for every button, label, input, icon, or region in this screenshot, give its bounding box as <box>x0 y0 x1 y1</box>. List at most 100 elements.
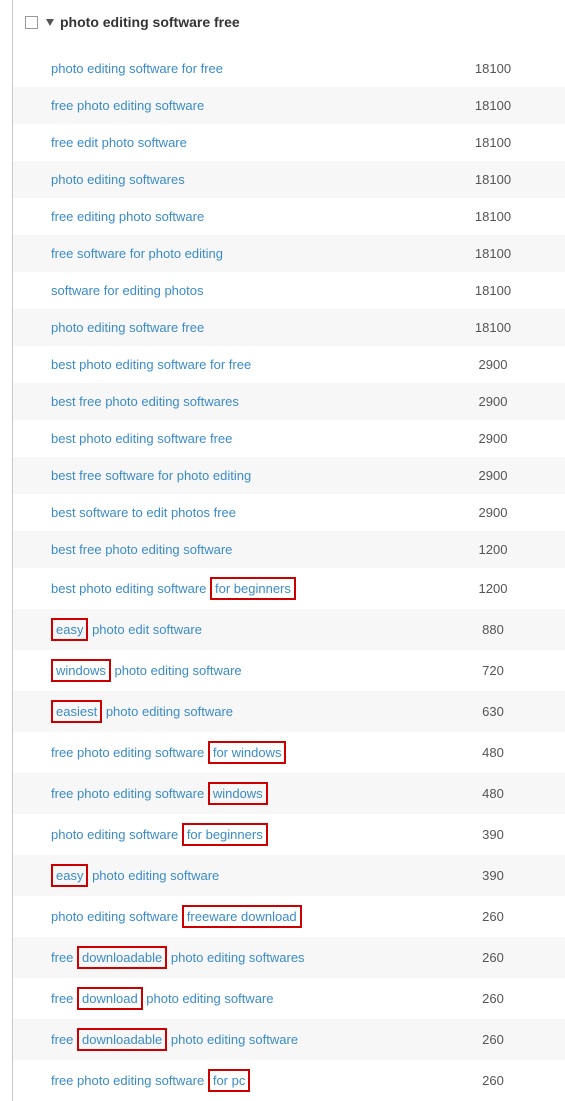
highlighted-term: for beginners <box>210 577 296 600</box>
keyword-row: best photo editing software for beginner… <box>13 568 565 609</box>
keyword-link[interactable]: easy photo editing software <box>51 866 219 885</box>
keyword-row: free downloadable photo editing software… <box>13 937 565 978</box>
keyword-text: free software for photo editing <box>51 246 223 261</box>
keyword-cell: free downloadable photo editing software <box>51 1030 433 1049</box>
group-checkbox[interactable] <box>25 16 38 29</box>
keyword-cell: photo editing softwares <box>51 172 433 187</box>
search-volume: 18100 <box>433 172 553 187</box>
keyword-link[interactable]: photo editing software for beginners <box>51 825 268 844</box>
keyword-cell: best photo editing software for beginner… <box>51 579 433 598</box>
keyword-text: photo editing softwares <box>51 172 185 187</box>
highlighted-term: easy <box>51 864 88 887</box>
keyword-link[interactable]: free downloadable photo editing software <box>51 1030 298 1049</box>
highlighted-term: for windows <box>208 741 287 764</box>
keyword-link[interactable]: best free photo editing softwares <box>51 394 239 409</box>
keyword-cell: best photo editing software free <box>51 431 433 446</box>
highlighted-term: windows <box>208 782 268 805</box>
keyword-link[interactable]: free photo editing software for windows <box>51 743 286 762</box>
keyword-link[interactable]: easiest photo editing software <box>51 702 233 721</box>
keyword-row: best free photo editing software 1200 <box>13 531 565 568</box>
keyword-link[interactable]: free software for photo editing <box>51 246 223 261</box>
keyword-link[interactable]: photo editing software freeware download <box>51 907 302 926</box>
keyword-cell: free editing photo software <box>51 209 433 224</box>
keyword-row: free editing photo software 18100 <box>13 198 565 235</box>
keyword-row: free photo editing software for windows 4… <box>13 732 565 773</box>
keyword-cell: free software for photo editing <box>51 246 433 261</box>
highlighted-term: downloadable <box>77 946 167 969</box>
keyword-link[interactable]: photo editing software for free <box>51 61 223 76</box>
keyword-cell: easiest photo editing software <box>51 702 433 721</box>
search-volume: 18100 <box>433 283 553 298</box>
keyword-row: free photo editing software 18100 <box>13 87 565 124</box>
search-volume: 1200 <box>433 542 553 557</box>
keyword-row: free edit photo software18100 <box>13 124 565 161</box>
keyword-text: free photo editing software <box>51 786 208 801</box>
keyword-row: best software to edit photos free2900 <box>13 494 565 531</box>
keyword-cell: free downloadable photo editing software… <box>51 948 433 967</box>
keyword-link[interactable]: free edit photo software <box>51 135 187 150</box>
search-volume: 390 <box>433 827 553 842</box>
keyword-link[interactable]: best photo editing software for beginner… <box>51 579 296 598</box>
search-volume: 480 <box>433 745 553 760</box>
keyword-row: free download photo editing software260 <box>13 978 565 1019</box>
keyword-text: best free photo editing softwares <box>51 394 239 409</box>
keyword-link[interactable]: free photo editing software for pc <box>51 1071 250 1090</box>
search-volume: 18100 <box>433 98 553 113</box>
keyword-cell: photo editing software for free <box>51 61 433 76</box>
keyword-cell: free photo editing software for pc <box>51 1071 433 1090</box>
keyword-cell: best free software for photo editing <box>51 468 433 483</box>
keyword-text: free photo editing software <box>51 1073 208 1088</box>
collapse-caret-icon[interactable] <box>46 19 54 26</box>
keyword-link[interactable]: best photo editing software free <box>51 431 232 446</box>
keyword-link[interactable]: free editing photo software <box>51 209 204 224</box>
highlighted-term: for beginners <box>182 823 268 846</box>
highlighted-term: freeware download <box>182 905 302 928</box>
keyword-cell: windows photo editing software <box>51 661 433 680</box>
keyword-link[interactable]: best free software for photo editing <box>51 468 251 483</box>
keyword-link[interactable]: free photo editing software windows <box>51 784 268 803</box>
keyword-link[interactable]: software for editing photos <box>51 283 203 298</box>
search-volume: 18100 <box>433 209 553 224</box>
keyword-text: photo editing software for free <box>51 61 223 76</box>
keyword-link[interactable]: photo editing softwares <box>51 172 185 187</box>
keyword-cell: software for editing photos <box>51 283 433 298</box>
keyword-text: best photo editing software <box>51 581 210 596</box>
keyword-row: free software for photo editing18100 <box>13 235 565 272</box>
keyword-text: free <box>51 950 77 965</box>
keyword-link[interactable]: best software to edit photos free <box>51 505 236 520</box>
search-volume: 2900 <box>433 431 553 446</box>
keyword-text: best photo editing software for free <box>51 357 251 372</box>
keyword-link[interactable]: photo editing software free <box>51 320 204 335</box>
keyword-cell: best software to edit photos free <box>51 505 433 520</box>
keyword-row: best photo editing software for free2900 <box>13 346 565 383</box>
keyword-group: photo editing software free photo editin… <box>12 0 565 1101</box>
keyword-link[interactable]: windows photo editing software <box>51 661 242 680</box>
keyword-text: free photo editing software <box>51 98 204 113</box>
keyword-cell: photo editing software for beginners <box>51 825 433 844</box>
keyword-row: free downloadable photo editing software… <box>13 1019 565 1060</box>
search-volume: 880 <box>433 622 553 637</box>
keyword-row: free photo editing software windows480 <box>13 773 565 814</box>
keyword-link[interactable]: best photo editing software for free <box>51 357 251 372</box>
highlighted-term: downloadable <box>77 1028 167 1051</box>
keyword-row: best free photo editing softwares 2900 <box>13 383 565 420</box>
keyword-link[interactable]: free download photo editing software <box>51 989 273 1008</box>
search-volume: 2900 <box>433 468 553 483</box>
highlighted-term: windows <box>51 659 111 682</box>
keyword-text: photo editing software free <box>51 320 204 335</box>
keyword-link[interactable]: easy photo edit software <box>51 620 202 639</box>
keyword-text: free edit photo software <box>51 135 187 150</box>
group-title: photo editing software free <box>60 14 240 30</box>
keyword-row: photo editing software free18100 <box>13 309 565 346</box>
keyword-text: photo editing software <box>102 704 233 719</box>
keyword-text: free editing photo software <box>51 209 204 224</box>
keyword-row: windows photo editing software720 <box>13 650 565 691</box>
keyword-link[interactable]: free downloadable photo editing software… <box>51 948 305 967</box>
keyword-link[interactable]: best free photo editing software <box>51 542 232 557</box>
highlighted-term: easiest <box>51 700 102 723</box>
keyword-cell: easy photo edit software <box>51 620 433 639</box>
search-volume: 2900 <box>433 394 553 409</box>
search-volume: 260 <box>433 909 553 924</box>
highlighted-term: easy <box>51 618 88 641</box>
keyword-link[interactable]: free photo editing software <box>51 98 204 113</box>
